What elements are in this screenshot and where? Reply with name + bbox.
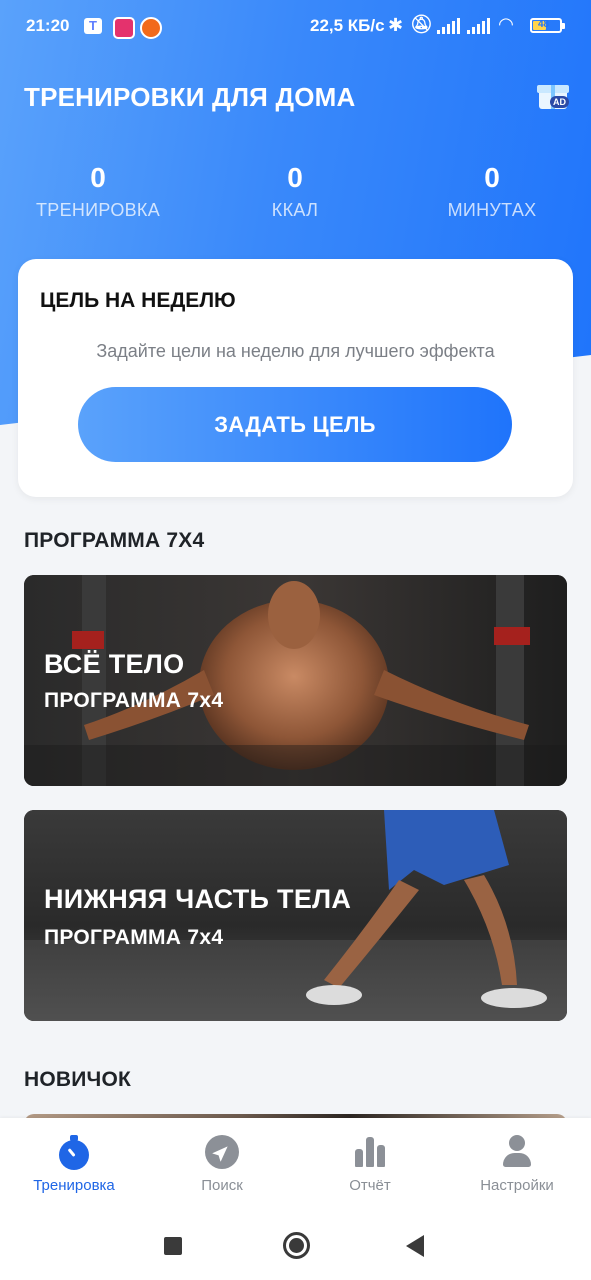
- stat-value: 0: [287, 162, 303, 193]
- person-icon: [500, 1135, 534, 1169]
- signal-icon: [437, 18, 461, 34]
- signal-icon-2: [467, 18, 491, 34]
- battery-icon: 48: [530, 18, 565, 33]
- nav-tab-search[interactable]: Поиск: [148, 1118, 296, 1210]
- nav-label: Отчёт: [349, 1177, 391, 1194]
- back-button[interactable]: [406, 1235, 424, 1257]
- stat-value: 0: [90, 162, 106, 193]
- section-title-program: ПРОГРАММА 7Х4: [24, 529, 205, 552]
- muted-bell-icon: 🔕︎: [410, 14, 433, 34]
- program-title: ВСЁ ТЕЛО: [44, 649, 185, 679]
- program-card-lower-body[interactable]: НИЖНЯЯ ЧАСТЬ ТЕЛА ПРОГРАММА 7x4: [24, 810, 567, 1021]
- weekly-goal-description: Задайте цели на неделю для лучшего эффек…: [96, 341, 495, 361]
- stopwatch-icon: [57, 1135, 91, 1170]
- stat-label: ТРЕНИРОВКА: [35, 200, 161, 220]
- nav-tab-workout[interactable]: Тренировка: [0, 1118, 148, 1210]
- nav-label: Настройки: [480, 1177, 554, 1194]
- stat-kcal: 0 ККАЛ: [205, 162, 385, 221]
- app-title: ТРЕНИРОВКИ ДЛЯ ДОМА: [24, 82, 356, 112]
- program-subtitle: ПРОГРАММА 7x4: [44, 926, 224, 949]
- bar-chart-icon: [353, 1135, 387, 1169]
- nav-label: Поиск: [201, 1177, 243, 1194]
- bottom-navigation: Тренировка Поиск Отчёт Настройки: [0, 1118, 591, 1210]
- stat-minutes: 0 МИНУТАХ: [402, 162, 582, 221]
- home-button[interactable]: [283, 1232, 310, 1259]
- nav-tab-settings[interactable]: Настройки: [443, 1118, 591, 1210]
- stat-workouts: 0 ТРЕНИРОВКА: [8, 162, 188, 221]
- bluetooth-icon: ✱: [388, 15, 404, 35]
- compass-icon: [205, 1135, 239, 1169]
- program-subtitle: ПРОГРАММА 7x4: [44, 689, 224, 712]
- section-title-beginner: НОВИЧОК: [24, 1068, 132, 1091]
- set-goal-button[interactable]: ЗАДАТЬ ЦЕЛЬ: [78, 387, 512, 462]
- system-navigation-bar: [0, 1210, 591, 1280]
- full-body-workout-image: [24, 575, 567, 786]
- teams-notification-icon: [84, 16, 106, 36]
- status-time: 21:20: [26, 16, 70, 35]
- program-title: НИЖНЯЯ ЧАСТЬ ТЕЛА: [44, 884, 352, 914]
- lower-body-workout-image: [24, 810, 567, 1021]
- weekly-goal-title: ЦЕЛЬ НА НЕДЕЛЮ: [40, 289, 236, 312]
- wifi-icon: ◠: [499, 14, 513, 34]
- recent-apps-button[interactable]: [164, 1237, 182, 1255]
- stat-value: 0: [484, 162, 500, 193]
- ad-badge: AD: [550, 96, 569, 108]
- nav-label: Тренировка: [33, 1177, 115, 1194]
- stat-label: МИНУТАХ: [447, 200, 537, 220]
- app-notification-icon-2: [140, 16, 162, 39]
- stat-label: ККАЛ: [271, 200, 319, 220]
- battery-level: 48: [538, 19, 550, 30]
- weekly-goal-card: ЦЕЛЬ НА НЕДЕЛЮ Задайте цели на неделю дл…: [18, 259, 573, 497]
- network-speed: 22,5 КБ/с: [310, 16, 385, 35]
- gift-ad-icon[interactable]: AD: [536, 77, 572, 113]
- program-card-full-body[interactable]: ВСЁ ТЕЛО ПРОГРАММА 7x4: [24, 575, 567, 786]
- status-bar: 21:20 22,5 КБ/с ✱ 🔕︎ ◠ 48: [0, 0, 591, 52]
- app-notification-icon: [113, 16, 135, 39]
- nav-tab-report[interactable]: Отчёт: [296, 1118, 444, 1210]
